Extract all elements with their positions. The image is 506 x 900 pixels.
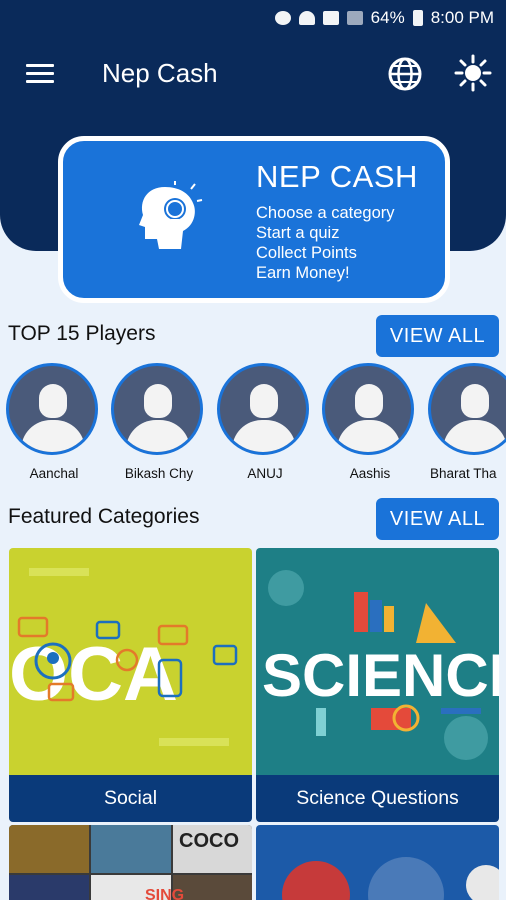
player-item[interactable]: Bharat Tha bbox=[428, 363, 506, 481]
player-item[interactable]: Aanchal bbox=[6, 363, 102, 481]
avatar bbox=[428, 363, 506, 455]
alarm-icon bbox=[274, 11, 291, 25]
social-art-text: OCA bbox=[9, 632, 178, 717]
science-art-text: SCIENCE bbox=[262, 642, 499, 709]
category-card-science[interactable]: SCIENCE Science Questions bbox=[256, 548, 499, 822]
battery-percent: 64% bbox=[370, 8, 405, 27]
battery-icon bbox=[412, 10, 423, 26]
signal-icon bbox=[322, 11, 339, 25]
featured-categories-title: Featured Categories bbox=[8, 505, 200, 528]
avatar bbox=[111, 363, 203, 455]
player-name: Aanchal bbox=[29, 466, 79, 481]
player-name: Aashis bbox=[349, 466, 391, 481]
app-title: Nep Cash bbox=[102, 58, 218, 88]
signal-icon bbox=[346, 11, 363, 25]
science-category-image: SCIENCE bbox=[256, 548, 499, 775]
player-item[interactable]: ANUJ bbox=[217, 363, 313, 481]
view-all-players-button[interactable]: VIEW ALL bbox=[376, 315, 499, 357]
avatar bbox=[322, 363, 414, 455]
app-bar: Nep Cash bbox=[0, 36, 506, 112]
hero-line: Earn Money! bbox=[256, 264, 350, 282]
player-item[interactable]: Aashis bbox=[322, 363, 418, 481]
collage-text: SING bbox=[145, 887, 184, 900]
idea-head-icon bbox=[139, 181, 203, 249]
wifi-icon bbox=[298, 11, 315, 25]
status-bar: 64% 8:00 PM bbox=[0, 0, 506, 36]
movie-collage-image: COCO SING bbox=[9, 825, 252, 900]
sports-image bbox=[256, 825, 499, 900]
collage-text: COCO bbox=[179, 830, 239, 852]
player-item[interactable]: Bikash Chy bbox=[111, 363, 207, 481]
avatar bbox=[217, 363, 309, 455]
clock: 8:00 PM bbox=[430, 8, 494, 27]
category-card-partial[interactable]: COCO SING bbox=[9, 825, 252, 900]
players-list: Aanchal Bikash Chy ANUJ Aashis Bharat Th… bbox=[0, 363, 506, 488]
player-name: ANUJ bbox=[247, 466, 283, 481]
category-name: Social bbox=[9, 775, 252, 822]
avatar bbox=[6, 363, 98, 455]
category-card-social[interactable]: OCA Social bbox=[9, 548, 252, 822]
hero-line: Choose a category bbox=[256, 204, 395, 222]
sun-icon[interactable] bbox=[454, 54, 492, 92]
hero-banner: NEP CASH Choose a category Start a quiz … bbox=[58, 136, 450, 303]
globe-icon[interactable] bbox=[387, 56, 423, 92]
category-name: Science Questions bbox=[256, 775, 499, 822]
hero-heading: NEP CASH bbox=[256, 159, 418, 194]
view-all-categories-button[interactable]: VIEW ALL bbox=[376, 498, 499, 540]
player-name: Bikash Chy bbox=[124, 466, 194, 481]
category-card-partial[interactable] bbox=[256, 825, 499, 900]
hero-line: Collect Points bbox=[256, 244, 357, 262]
hero-line: Start a quiz bbox=[256, 224, 340, 242]
social-category-image: OCA bbox=[9, 548, 252, 775]
hamburger-icon[interactable] bbox=[26, 64, 54, 84]
top-players-title: TOP 15 Players bbox=[8, 322, 156, 345]
player-name: Bharat Tha bbox=[430, 466, 497, 481]
